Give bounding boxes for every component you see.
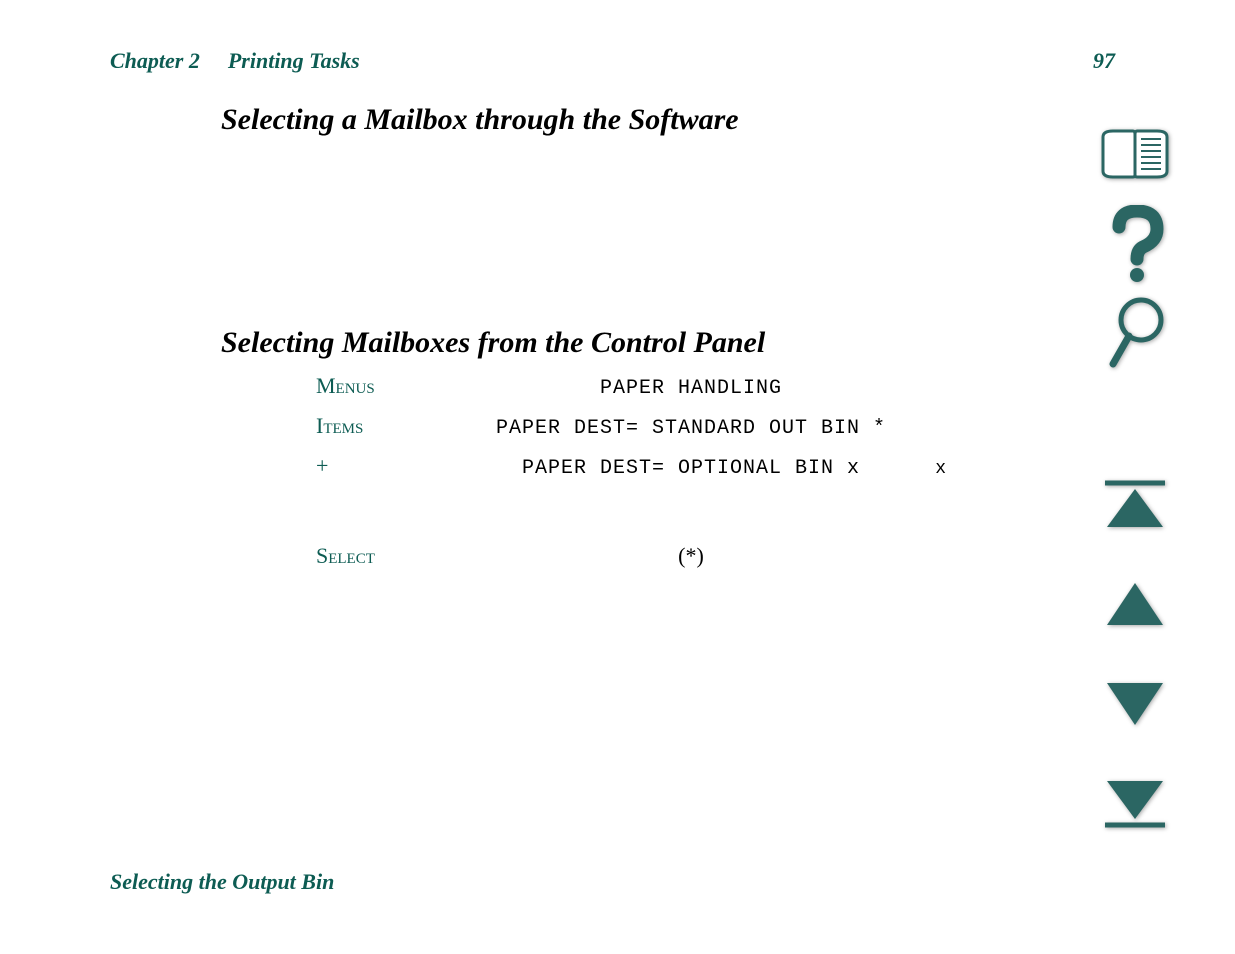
search-icon xyxy=(1105,296,1165,377)
row-label-items: Items xyxy=(316,413,476,439)
row-suffix: x xyxy=(906,459,946,479)
help-button[interactable] xyxy=(1099,210,1171,282)
table-row: Items PAPER DEST= STANDARD OUT BIN * xyxy=(316,413,946,453)
row-label-menus: Menus xyxy=(316,373,476,399)
go-next-button[interactable] xyxy=(1099,670,1171,742)
table-row-spacer xyxy=(316,493,946,543)
row-value: PAPER DEST= STANDARD OUT BIN * xyxy=(476,417,906,440)
footer-topic: Selecting the Output Bin xyxy=(110,869,334,895)
toc-button[interactable] xyxy=(1099,120,1171,192)
nav-sidebar xyxy=(1095,120,1175,870)
row-value: PAPER HANDLING xyxy=(476,377,906,400)
row-value: (*) xyxy=(476,543,906,569)
go-prev-icon xyxy=(1103,581,1167,632)
row-label-select: Select xyxy=(316,543,476,569)
table-row: Select (*) xyxy=(316,543,946,583)
go-last-button[interactable] xyxy=(1099,770,1171,842)
page-number: 97 xyxy=(1093,48,1115,74)
go-prev-button[interactable] xyxy=(1099,570,1171,642)
row-value: PAPER DEST= OPTIONAL BIN x xyxy=(476,457,906,480)
control-panel-table: Menus PAPER HANDLING Items PAPER DEST= S… xyxy=(316,373,946,583)
heading-control-panel-mailbox: Selecting Mailboxes from the Control Pan… xyxy=(221,326,765,360)
go-first-icon xyxy=(1103,479,1167,534)
section-label: Printing Tasks xyxy=(228,48,360,74)
header-left: Chapter 2 Printing Tasks xyxy=(110,48,360,74)
heading-software-mailbox: Selecting a Mailbox through the Software xyxy=(221,103,739,137)
go-last-icon xyxy=(1103,779,1167,834)
chapter-label: Chapter 2 xyxy=(110,48,200,74)
search-button[interactable] xyxy=(1099,300,1171,372)
row-label-plus: + xyxy=(316,453,476,479)
book-icon xyxy=(1099,127,1171,186)
table-row: Menus PAPER HANDLING xyxy=(316,373,946,413)
page-header: Chapter 2 Printing Tasks 97 xyxy=(110,48,1115,74)
go-next-icon xyxy=(1103,681,1167,732)
help-icon xyxy=(1105,205,1165,288)
table-row: + PAPER DEST= OPTIONAL BIN x x xyxy=(316,453,946,493)
go-first-button[interactable] xyxy=(1099,470,1171,542)
